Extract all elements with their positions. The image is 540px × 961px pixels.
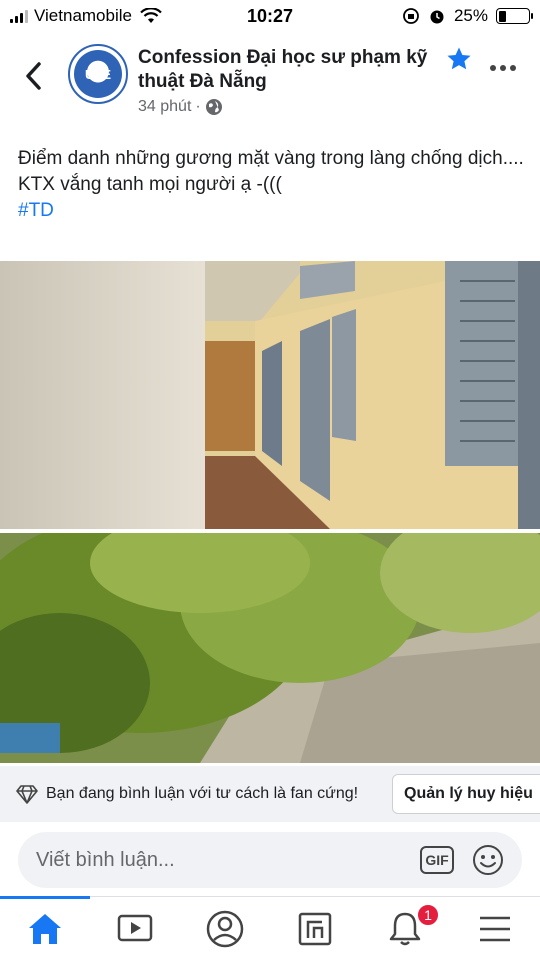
nav-menu[interactable] — [450, 897, 540, 961]
back-icon — [26, 62, 41, 90]
nav-watch[interactable] — [90, 897, 180, 961]
manage-badge-button[interactable]: Quản lý huy hiệu — [392, 774, 540, 814]
avatar-text: UTE — [85, 66, 111, 82]
battery-icon — [496, 8, 533, 24]
favorite-button[interactable] — [446, 46, 472, 72]
bottom-nav: 1 — [0, 896, 540, 961]
battery-percent: 25% — [453, 6, 488, 25]
fan-notice-text: Bạn đang bình luận với tư cách là fan cứ… — [46, 785, 359, 802]
pages-icon — [298, 912, 332, 946]
comment-input[interactable]: Viết bình luận... GIF — [18, 832, 522, 888]
post-photo-trees[interactable] — [0, 533, 540, 763]
emoji-icon[interactable] — [472, 844, 504, 876]
wifi-icon — [140, 8, 162, 23]
notification-badge: 1 — [416, 903, 440, 927]
trees-photo-image — [0, 533, 540, 763]
gif-icon[interactable]: GIF — [420, 846, 454, 874]
post-text-line-1: Điểm danh những gương mặt vàng trong làn… — [18, 148, 524, 169]
nav-home[interactable] — [0, 896, 90, 961]
comment-area: Viết bình luận... GIF — [0, 822, 540, 896]
fan-notice-bar: Bạn đang bình luận với tư cách là fan cứ… — [0, 766, 540, 822]
profile-icon — [206, 910, 244, 948]
meta-separator: · — [195, 98, 201, 115]
globe-icon — [205, 99, 222, 115]
nav-profile[interactable] — [180, 897, 270, 961]
more-icon-dot — [510, 65, 516, 71]
hashtag-link[interactable]: #TD — [18, 198, 528, 224]
post-text: Điểm danh những gương mặt vàng trong làn… — [18, 146, 528, 224]
video-icon — [117, 914, 153, 942]
nav-pages[interactable] — [270, 897, 360, 961]
avatar-logo: UTE — [74, 50, 122, 98]
status-bar: Vietnamobile 10:27 25% — [0, 0, 540, 32]
post-header: UTE Confession Đại học sư phạm kỹ thuật … — [0, 40, 540, 120]
home-icon — [29, 914, 61, 944]
post-text-line-2: KTX vắng tanh mọi người ạ -((( — [18, 174, 282, 195]
page-avatar[interactable]: UTE — [68, 44, 128, 104]
more-icon-dot — [500, 65, 506, 71]
carrier-name: Vietnamobile — [34, 6, 132, 25]
page-name[interactable]: Confession Đại học sư phạm kỹ thuật Đà N… — [138, 46, 428, 94]
nav-notifications[interactable]: 1 — [360, 897, 450, 961]
more-button[interactable] — [490, 62, 518, 74]
corridor-photo-image — [0, 261, 540, 529]
orientation-lock-icon — [403, 8, 419, 24]
post-time[interactable]: 34 phút — [138, 98, 191, 116]
alarm-icon — [430, 10, 444, 24]
post-meta: 34 phút · — [138, 98, 223, 116]
diamond-icon — [16, 785, 38, 804]
comment-placeholder: Viết bình luận... — [36, 848, 175, 871]
star-icon — [447, 47, 471, 70]
post-photo-corridor[interactable] — [0, 261, 540, 529]
battery-level — [498, 10, 506, 22]
back-button[interactable] — [18, 58, 48, 94]
menu-icon — [480, 916, 510, 942]
signal-icon — [10, 9, 28, 23]
more-icon — [490, 65, 496, 71]
